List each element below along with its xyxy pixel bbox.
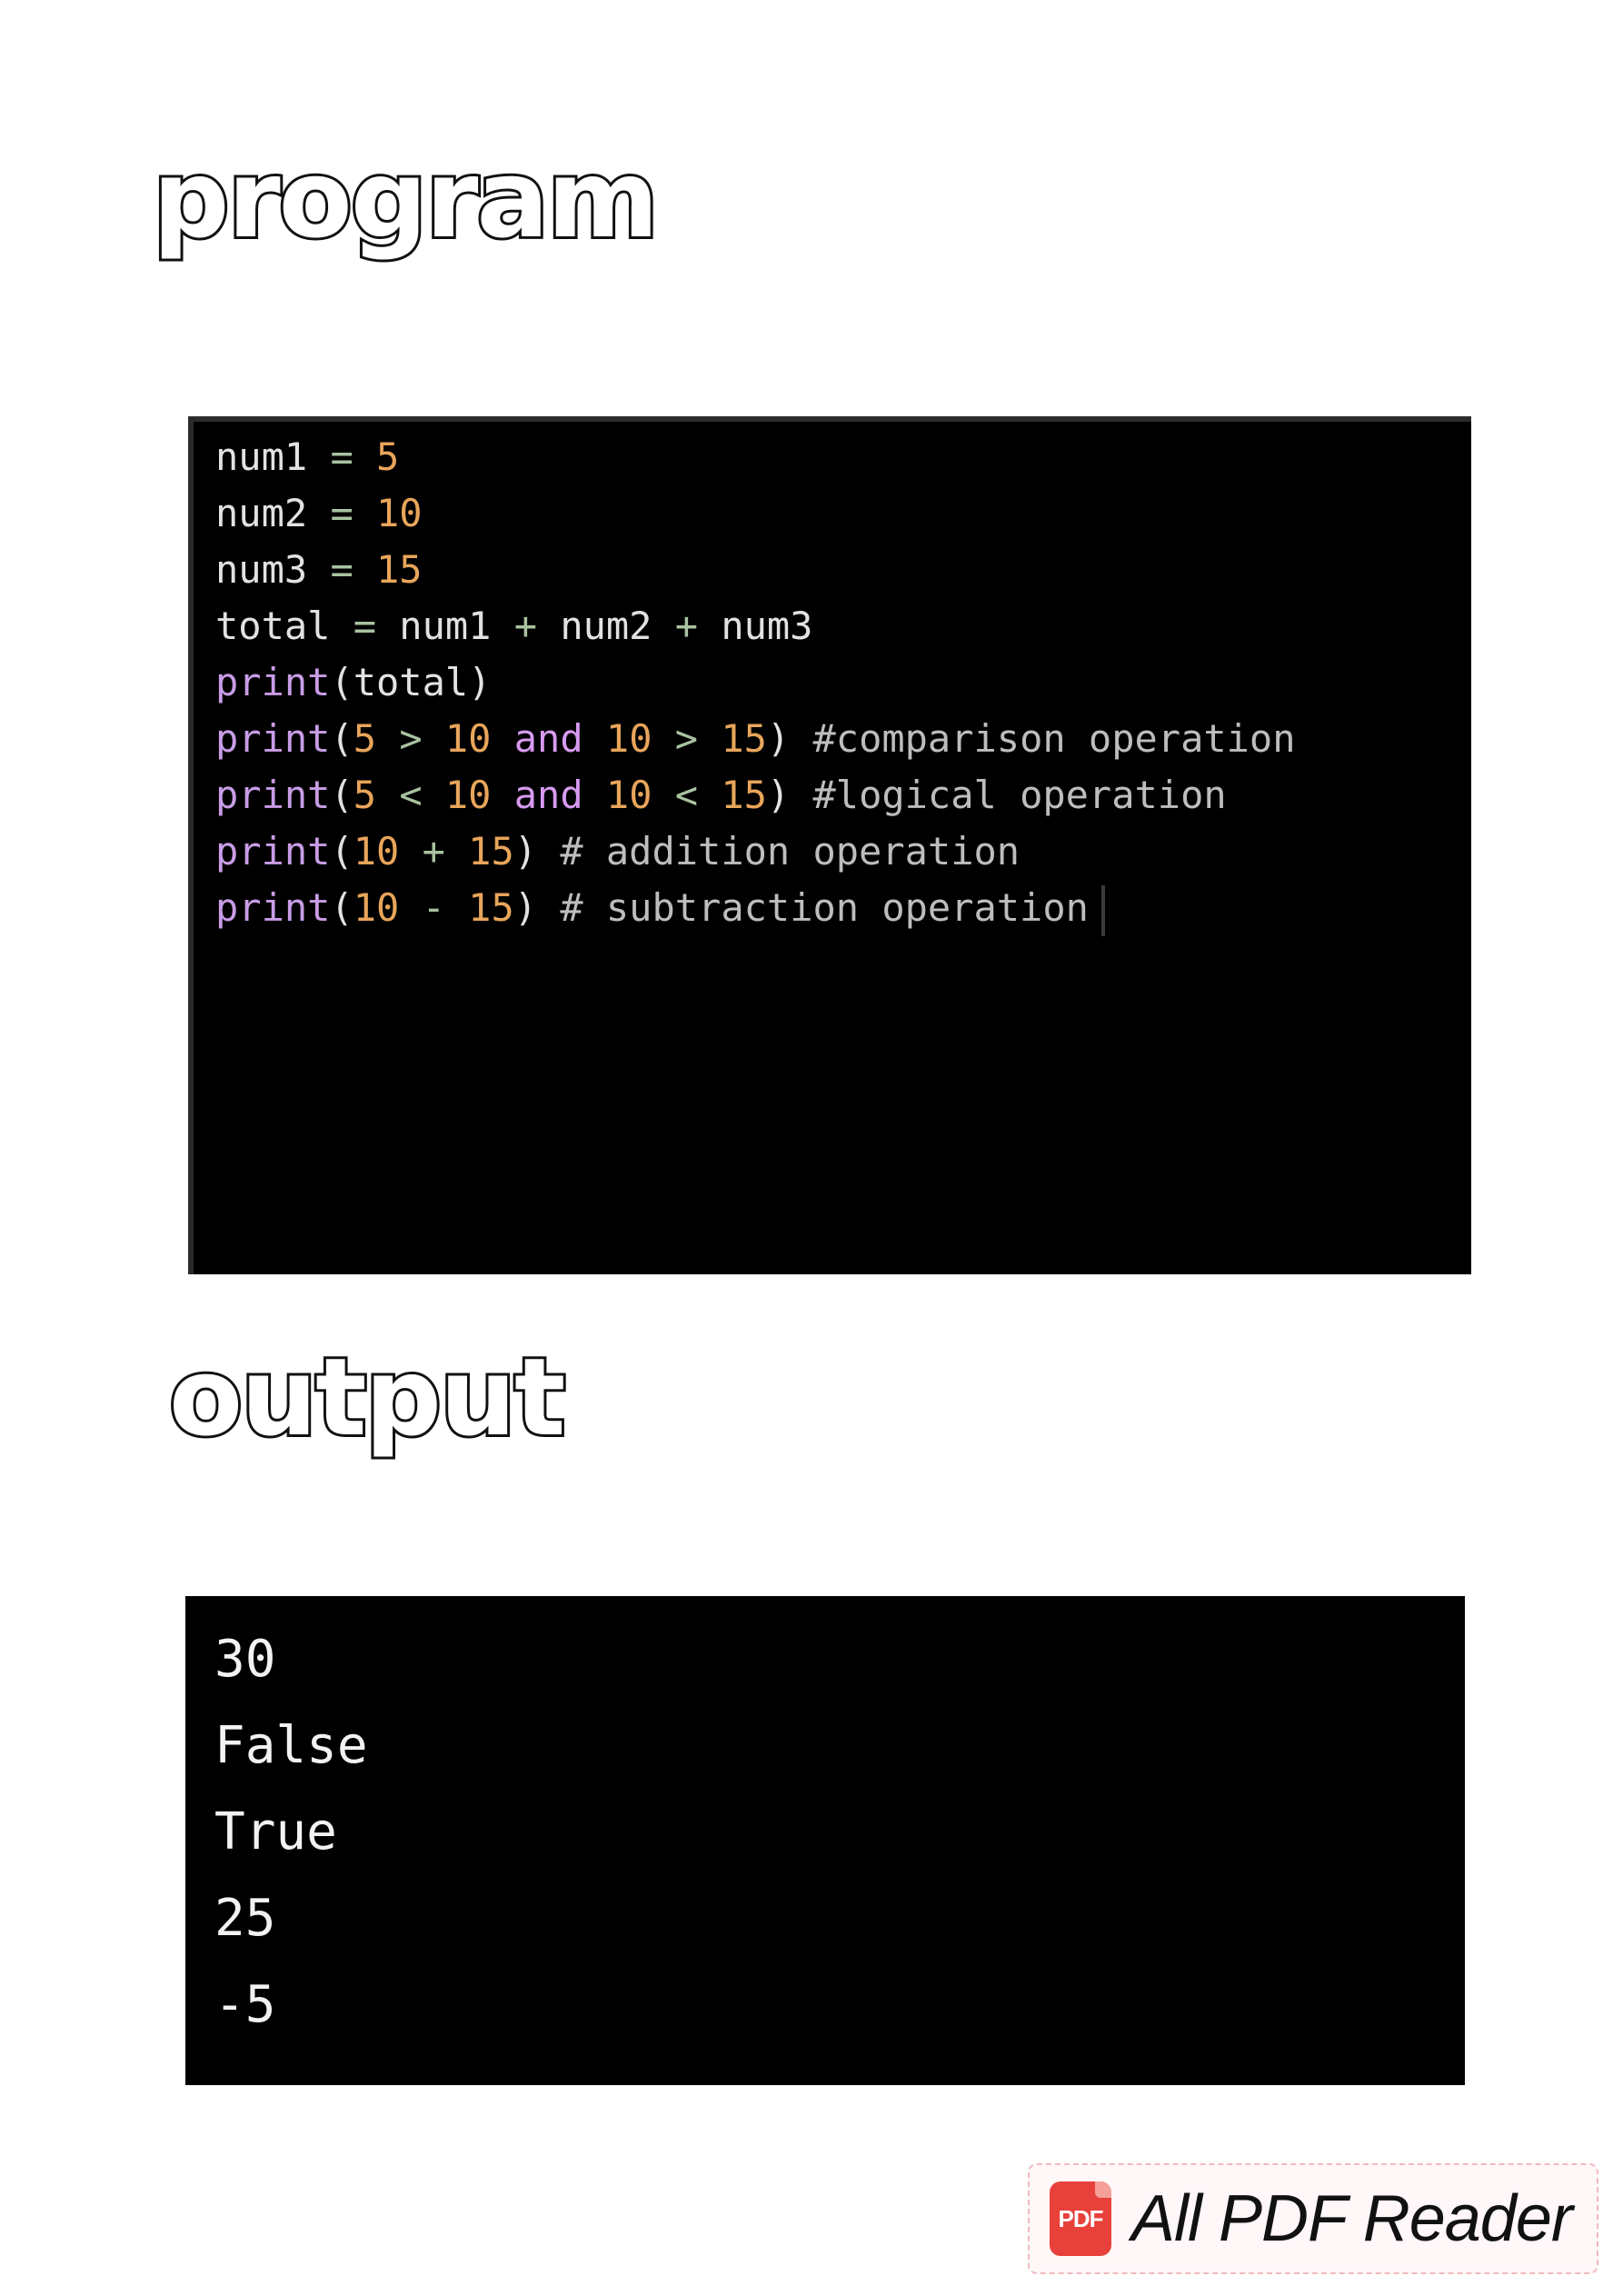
code-line: print(10 + 15) # addition operation: [215, 824, 1471, 880]
code-token: >: [674, 716, 722, 761]
badge-label: All PDF Reader: [1131, 2182, 1573, 2255]
code-token: print: [215, 885, 331, 930]
code-token: ): [513, 885, 561, 930]
code-token: ): [766, 773, 813, 817]
code-token: +: [513, 604, 561, 648]
output-line: -5: [214, 1975, 276, 2034]
code-token: 10: [353, 885, 423, 930]
code-line: num3 = 15: [215, 542, 1471, 598]
code-token: #logical operation: [812, 773, 1227, 817]
code-line: print(total): [215, 654, 1471, 711]
code-token: 15: [468, 885, 514, 930]
code-token: num3: [215, 547, 331, 592]
code-token: 5: [376, 434, 400, 479]
code-line: total = num1 + num2 + num3: [215, 598, 1471, 654]
code-token: (: [330, 716, 353, 761]
code-token: 15: [468, 829, 514, 873]
code-line: print(5 > 10 and 10 > 15) #comparison op…: [215, 711, 1471, 767]
code-token: (total): [330, 660, 492, 704]
code-token: =: [330, 547, 377, 592]
code-token: and: [513, 716, 606, 761]
pdf-icon: PDF: [1050, 2181, 1111, 2256]
code-line: num2 = 10: [215, 485, 1471, 542]
code-token: <: [674, 773, 722, 817]
output-line: True: [214, 1802, 337, 1862]
code-token: print: [215, 773, 331, 817]
code-token: (: [330, 773, 353, 817]
output-line: 25: [214, 1889, 276, 1948]
code-token: 15: [721, 716, 767, 761]
code-token: total: [215, 604, 353, 648]
pdf-icon-label: PDF: [1058, 2204, 1104, 2232]
code-token: =: [353, 604, 400, 648]
code-token: 10: [605, 716, 675, 761]
code-token: =: [330, 434, 377, 479]
text-cursor: [1100, 884, 1105, 936]
program-heading: program: [150, 136, 662, 262]
code-token: ): [513, 829, 561, 873]
code-token: num1: [399, 604, 514, 648]
code-token: print: [215, 716, 331, 761]
code-token: 15: [376, 547, 423, 592]
output-panel: 30 False True 25 -5: [185, 1596, 1465, 2085]
code-token: and: [513, 773, 606, 817]
code-token: 5: [353, 773, 400, 817]
code-token: 5: [353, 716, 400, 761]
code-token: +: [422, 829, 469, 873]
code-token: 10: [353, 829, 423, 873]
output-heading: output: [166, 1334, 568, 1460]
code-token: # addition operation: [560, 829, 1021, 873]
output-line: False: [214, 1716, 368, 1775]
code-token: 10: [444, 716, 514, 761]
all-pdf-reader-badge[interactable]: PDF All PDF Reader: [1028, 2163, 1598, 2274]
code-token: # subtraction operation: [560, 885, 1089, 930]
code-line: num1 = 5: [215, 429, 1471, 485]
code-token: 10: [444, 773, 514, 817]
code-token: 15: [721, 773, 767, 817]
code-token: -: [422, 885, 469, 930]
code-token: print: [215, 660, 331, 704]
code-token: num3: [721, 604, 813, 648]
code-token: print: [215, 829, 331, 873]
code-token: >: [399, 716, 445, 761]
code-token: +: [674, 604, 722, 648]
code-line: print(10 - 15) # subtraction operation: [215, 880, 1471, 936]
code-token: (: [330, 829, 353, 873]
code-token: =: [330, 491, 377, 535]
code-token: (: [330, 885, 353, 930]
code-token: 10: [605, 773, 675, 817]
code-token: ): [766, 716, 813, 761]
code-panel: num1 = 5 num2 = 10 num3 = 15 total = num1 +…: [188, 416, 1471, 1274]
code-token: 10: [376, 491, 423, 535]
code-token: <: [399, 773, 445, 817]
code-token: num2: [215, 491, 331, 535]
output-line: 30: [214, 1630, 276, 1689]
code-token: num1: [215, 434, 331, 479]
code-token: #comparison operation: [812, 716, 1296, 761]
code-line: print(5 < 10 and 10 < 15) #logical opera…: [215, 767, 1471, 824]
code-token: num2: [560, 604, 675, 648]
